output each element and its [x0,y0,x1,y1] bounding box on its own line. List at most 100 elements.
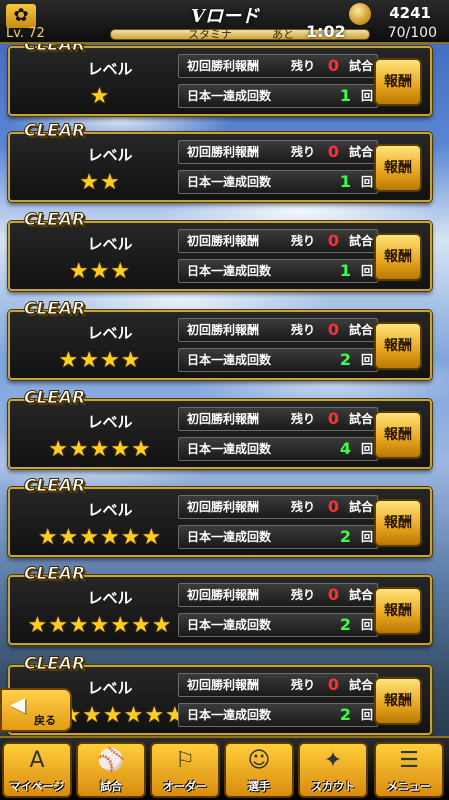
remaining-label: 残り [291,323,316,337]
stadium-icon: ⚾ [97,748,125,773]
first-win-reward-row: 初回勝利報酬 残り 0 試合 [178,673,378,697]
nav-item-4[interactable]: ☺ 選手 [224,742,294,798]
stamina-label: スタミナ [188,28,232,41]
japan-title-count: 1 [339,261,351,280]
remaining-count: 0 [327,409,339,428]
reward-button[interactable]: 報酬 [374,499,422,547]
reward-button[interactable]: 報酬 [374,677,422,725]
japan-title-row: 日本一達成回数 2 回 [178,525,378,549]
level-label: レベル [87,60,133,78]
card-panel: レベル ★★★★ 初回勝利報酬 残り 0 試合 日本一達成回数 2 回報酬 [8,310,432,380]
star-rating: ★★★ [68,259,132,284]
first-win-reward-label: 初回勝利報酬 [187,588,260,602]
back-button[interactable]: ◀ 戻る [0,688,72,732]
level-card: レベル ★★ 初回勝利報酬 残り 0 試合 日本一達成回数 1 回報酬 CLEAR [8,121,432,202]
remaining-unit: 試合 [348,323,373,337]
japan-title-row: 日本一達成回数 2 回 [178,703,378,727]
japan-title-count: 2 [339,615,351,634]
bottom-nav: A マイページ ⚾ 試合 ⚐ オーダー ☺ 選手 ✦ スカウト ☰ メニュー [0,736,449,800]
level-card: レベル ★★★ 初回勝利報酬 残り 0 試合 日本一達成回数 1 回報酬 CLEAR [8,210,432,291]
clear-badge: CLEAR [23,210,86,231]
japan-title-count: 2 [339,705,351,724]
clear-badge: CLEAR [23,564,86,585]
level-label: レベル [87,589,133,607]
first-win-reward-row: 初回勝利報酬 残り 0 試合 [178,495,378,519]
back-label: 戻る [34,714,56,727]
level-card: レベル ★★★★★★★ 初回勝利報酬 残り 0 試合 日本一達成回数 2 回報酬 CLEAR [8,564,432,645]
first-win-reward-row: 初回勝利報酬 残り 0 試合 [178,583,378,607]
reward-button[interactable]: 報酬 [374,233,422,281]
first-win-reward-label: 初回勝利報酬 [187,323,260,337]
nav-label: 試合 [100,780,122,793]
japan-title-unit: 回 [360,708,373,722]
card-panel: レベル ★★★★★★★ 初回勝利報酬 残り 0 試合 日本一達成回数 2 回報酬 [8,575,432,645]
remaining-label: 残り [291,678,316,692]
page-title: Vロード [191,6,259,27]
reward-button[interactable]: 報酬 [374,587,422,635]
clear-badge: CLEAR [23,654,86,675]
reward-button[interactable]: 報酬 [374,411,422,459]
nav-item-5[interactable]: ✦ スカウト [298,742,368,798]
team-logo-icon[interactable]: ✿ [6,4,36,28]
stamina-timer: 1:02 [306,22,346,41]
first-win-reward-row: 初回勝利報酬 残り 0 試合 [178,54,378,78]
nav-item-2[interactable]: ⚾ 試合 [76,742,146,798]
japan-title-row: 日本一達成回数 4 回 [178,437,378,461]
reward-button[interactable]: 報酬 [374,144,422,192]
first-win-reward-row: 初回勝利報酬 残り 0 試合 [178,229,378,253]
japan-title-count: 1 [339,172,351,191]
first-win-reward-label: 初回勝利報酬 [187,59,260,73]
remaining-unit: 試合 [348,588,373,602]
star-rating: ★★★★★★★ [27,613,173,638]
japan-title-unit: 回 [360,175,373,189]
star-rating: ★★★★★ [48,437,152,462]
remaining-unit: 試合 [348,678,373,692]
japan-title-unit: 回 [360,530,373,544]
japan-title-row: 日本一達成回数 1 回 [178,170,378,194]
level-card: レベル ★★★★★★ 初回勝利報酬 残り 0 試合 日本一達成回数 2 回報酬 CLEAR [8,476,432,557]
nav-label: メニュー [387,780,431,793]
reward-button[interactable]: 報酬 [374,322,422,370]
japan-title-unit: 回 [360,353,373,367]
card-panel: レベル ★ 初回勝利報酬 残り 0 試合 日本一達成回数 1 回報酬 [8,46,432,116]
player-level: Lv. 72 [6,26,45,41]
remaining-unit: 試合 [348,412,373,426]
japan-title-unit: 回 [360,442,373,456]
back-arrow-icon: ◀ [10,692,26,716]
menu-icon: ☰ [399,748,419,773]
japan-title-count: 2 [339,350,351,369]
remaining-label: 残り [291,412,316,426]
japan-title-row: 日本一達成回数 2 回 [178,613,378,637]
level-card: レベル ★ 初回勝利報酬 残り 0 試合 日本一達成回数 1 回報酬 CLEAR [8,35,432,116]
nav-label: スカウト [311,780,355,793]
remaining-unit: 試合 [348,500,373,514]
level-label: レベル [87,501,133,519]
remaining-label: 残り [291,145,316,159]
remaining-unit: 試合 [348,234,373,248]
japan-title-label: 日本一達成回数 [187,708,272,722]
japan-title-row: 日本一達成回数 1 回 [178,259,378,283]
player-icon: ☺ [247,748,271,773]
star-rating: ★★★★ [58,348,142,373]
stamina-time-prefix: あと [272,28,294,41]
first-win-reward-label: 初回勝利報酬 [187,500,260,514]
scout-icon: ✦ [323,748,343,773]
nav-item-1[interactable]: A マイページ [2,742,72,798]
top-status-bar: ✿ Vロード 4241 Lv. 72 スタミナ あと 1:02 70/100 [0,0,449,44]
japan-title-unit: 回 [360,89,373,103]
nav-item-6[interactable]: ☰ メニュー [374,742,444,798]
level-card: レベル ★★★★★ 初回勝利報酬 残り 0 試合 日本一達成回数 4 回報酬 CLEAR [8,388,432,469]
nav-item-3[interactable]: ⚐ オーダー [150,742,220,798]
first-win-reward-row: 初回勝利報酬 残り 0 試合 [178,140,378,164]
level-label: レベル [87,235,133,253]
remaining-count: 0 [327,497,339,516]
nav-label: マイページ [9,780,65,793]
remaining-count: 0 [327,142,339,161]
first-win-reward-label: 初回勝利報酬 [187,678,260,692]
coin-icon [349,3,371,25]
reward-button[interactable]: 報酬 [374,58,422,106]
clear-badge: CLEAR [23,476,86,497]
nav-label: オーダー [163,780,207,793]
remaining-count: 0 [327,56,339,75]
first-win-reward-label: 初回勝利報酬 [187,145,260,159]
